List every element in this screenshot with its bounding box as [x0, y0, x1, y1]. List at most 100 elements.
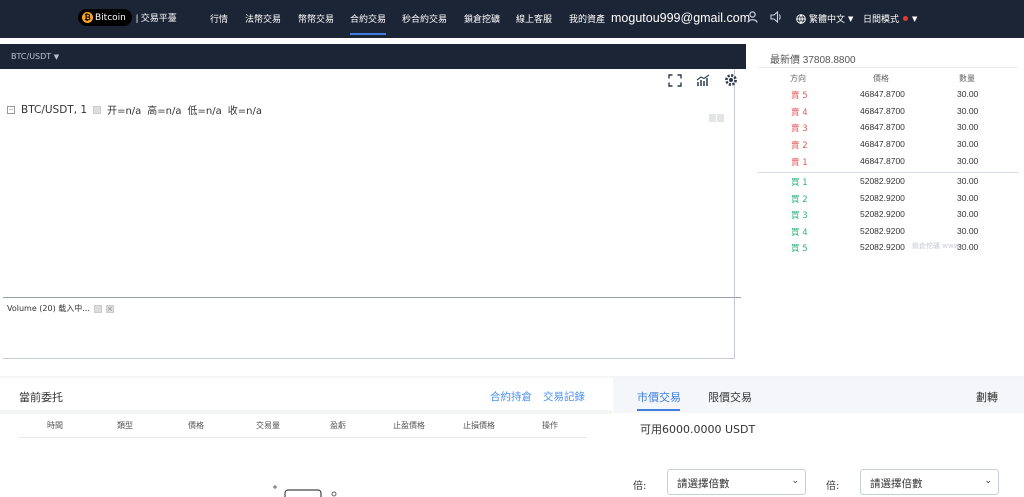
- speaker-icon[interactable]: [770, 10, 783, 26]
- ask-qty: 30.00: [957, 89, 979, 99]
- bid-side: 買 5: [791, 244, 808, 254]
- ask-row[interactable]: 賣 2 46847.8700 30.00: [758, 139, 1018, 156]
- ask-row[interactable]: 賣 4 46847.8700 30.00: [758, 106, 1018, 123]
- bid-price: 52082.9200: [860, 226, 905, 236]
- bid-price: 52082.9200: [860, 193, 905, 203]
- ask-side: 賣 4: [791, 108, 808, 118]
- col-time: 時間: [47, 421, 63, 430]
- series-toggle-icon[interactable]: [93, 105, 102, 114]
- ask-qty: 30.00: [957, 156, 979, 166]
- pair-bar: BTC/USDT ▼: [0, 44, 746, 69]
- pair-selector[interactable]: BTC/USDT ▼: [11, 52, 59, 61]
- volume-label: Volume (20) 载入中...: [7, 304, 90, 313]
- fullscreen-icon[interactable]: [668, 74, 682, 90]
- leverage-label: 倍:: [826, 481, 840, 492]
- ask-qty: 30.00: [957, 106, 979, 116]
- ask-side: 賣 2: [791, 141, 808, 151]
- leverage-select-sell[interactable]: 請選擇倍數 ⌄: [860, 469, 999, 495]
- leverage-select-value: 請選擇倍數: [870, 478, 923, 490]
- bid-qty: 30.00: [957, 209, 979, 219]
- orderbook-col-side: 方向: [790, 74, 806, 83]
- leverage-label: 倍:: [633, 481, 647, 492]
- theme-mode-toggle[interactable]: 日間模式 ▼: [863, 12, 918, 26]
- col-action: 操作: [542, 421, 558, 430]
- trade-tab-indicator: [637, 409, 680, 411]
- orders-header-band: [0, 410, 612, 414]
- col-stop-loss: 止損價格: [463, 421, 495, 430]
- platform-name: | 交易平臺: [135, 13, 177, 23]
- language-label: 繁體中文: [809, 15, 846, 25]
- tab-market-order[interactable]: 市價交易: [637, 389, 681, 405]
- bid-row[interactable]: 買 3 52082.9200 30.00: [758, 209, 1018, 226]
- bid-qty: 30.00: [957, 226, 979, 236]
- ask-row[interactable]: 賣 3 46847.8700 30.00: [758, 122, 1018, 139]
- volume-close-icon[interactable]: ×: [105, 304, 114, 313]
- settings-gear-icon[interactable]: [724, 73, 738, 90]
- nav-spot-trade[interactable]: 幣幣交易: [298, 12, 334, 25]
- bitcoin-coin-icon: ₿: [82, 12, 93, 23]
- ask-price: 46847.8700: [860, 139, 905, 149]
- volume-settings-icon[interactable]: [93, 304, 102, 313]
- brand-logo[interactable]: ₿ Bitcoin | 交易平臺: [78, 9, 177, 26]
- orderbook-col-price: 價格: [873, 74, 889, 83]
- user-icon[interactable]: [747, 11, 758, 26]
- bid-price: 52082.9200: [860, 242, 905, 252]
- pair-selector-label: BTC/USDT: [11, 52, 52, 61]
- ask-side: 賣 1: [791, 158, 808, 168]
- nav-contract-trade[interactable]: 合約交易: [350, 12, 386, 25]
- bid-side: 買 1: [791, 178, 808, 188]
- user-email[interactable]: mogutou999@gmail.com: [611, 11, 750, 25]
- ask-row[interactable]: 賣 5 46847.8700 30.00: [758, 89, 1018, 106]
- last-price: 最新價 37808.8800: [770, 55, 856, 66]
- bid-row[interactable]: 買 5 52082.9200 30.00: [758, 242, 1018, 259]
- watermark-text: 鎖倉挖礦 www.c...: [912, 242, 972, 250]
- chevron-down-icon: ⌄: [791, 476, 799, 486]
- ask-price: 46847.8700: [860, 122, 905, 132]
- bid-side: 買 3: [791, 211, 808, 221]
- nav-second-contract[interactable]: 秒合約交易: [402, 12, 447, 25]
- orderbook-divider: [758, 67, 1018, 68]
- bid-row[interactable]: 買 2 52082.9200 30.00: [758, 193, 1018, 210]
- col-volume: 交易量: [256, 421, 280, 430]
- bid-side: 買 4: [791, 228, 808, 238]
- nav-lock-mining[interactable]: 鎖倉挖礦: [464, 12, 500, 25]
- notification-dot: [903, 16, 909, 21]
- chevron-down-icon: ▼: [848, 14, 854, 23]
- contract-positions-link[interactable]: 合約持倉: [490, 389, 532, 404]
- bid-row[interactable]: 買 4 52082.9200 30.00: [758, 226, 1018, 243]
- bid-price: 52082.9200: [860, 209, 905, 219]
- leverage-select-value: 請選擇倍數: [677, 478, 730, 490]
- chevron-down-icon: ▼: [912, 14, 918, 23]
- volume-pane-separator[interactable]: [3, 297, 741, 298]
- trade-history-link[interactable]: 交易記錄: [543, 389, 585, 404]
- ask-qty: 30.00: [957, 122, 979, 132]
- orders-table-header-line: [19, 437, 587, 438]
- transfer-link[interactable]: 劃轉: [976, 389, 998, 405]
- col-price: 價格: [188, 421, 204, 430]
- col-pnl: 盈虧: [330, 421, 346, 430]
- language-selector[interactable]: 繁體中文 ▼: [796, 12, 853, 25]
- nav-fiat-trade[interactable]: 法幣交易: [245, 12, 281, 25]
- bid-row[interactable]: 買 1 52082.9200 30.00: [758, 176, 1018, 193]
- scale-left-icon[interactable]: [709, 114, 716, 122]
- leverage-select-buy[interactable]: 請選擇倍數 ⌄: [667, 469, 806, 495]
- nav-my-assets[interactable]: 我的資產: [569, 12, 605, 25]
- current-orders-title[interactable]: 當前委托: [19, 389, 63, 405]
- indicator-icon[interactable]: [696, 74, 710, 90]
- ask-row[interactable]: 賣 1 46847.8700 30.00: [758, 156, 1018, 173]
- volume-legend: Volume (20) 载入中... ×: [7, 303, 114, 314]
- nav-online-support[interactable]: 線上客服: [516, 12, 552, 25]
- ask-price: 46847.8700: [860, 156, 905, 166]
- nav-market[interactable]: 行情: [210, 12, 228, 25]
- bid-price: 52082.9200: [860, 176, 905, 186]
- chart-scale-controls[interactable]: [709, 114, 724, 122]
- bid-side: 買 2: [791, 195, 808, 205]
- collapse-icon[interactable]: −: [7, 105, 15, 114]
- available-balance: 可用6000.0000 USDT: [640, 423, 756, 436]
- ohlc-low: 低=n/a: [187, 106, 222, 117]
- chevron-down-icon: ⌄: [984, 476, 992, 486]
- scale-right-icon[interactable]: [717, 114, 724, 122]
- orderbook-col-qty: 數量: [959, 74, 975, 83]
- col-take-profit: 止盈價格: [393, 421, 425, 430]
- tab-limit-order[interactable]: 限價交易: [708, 389, 752, 405]
